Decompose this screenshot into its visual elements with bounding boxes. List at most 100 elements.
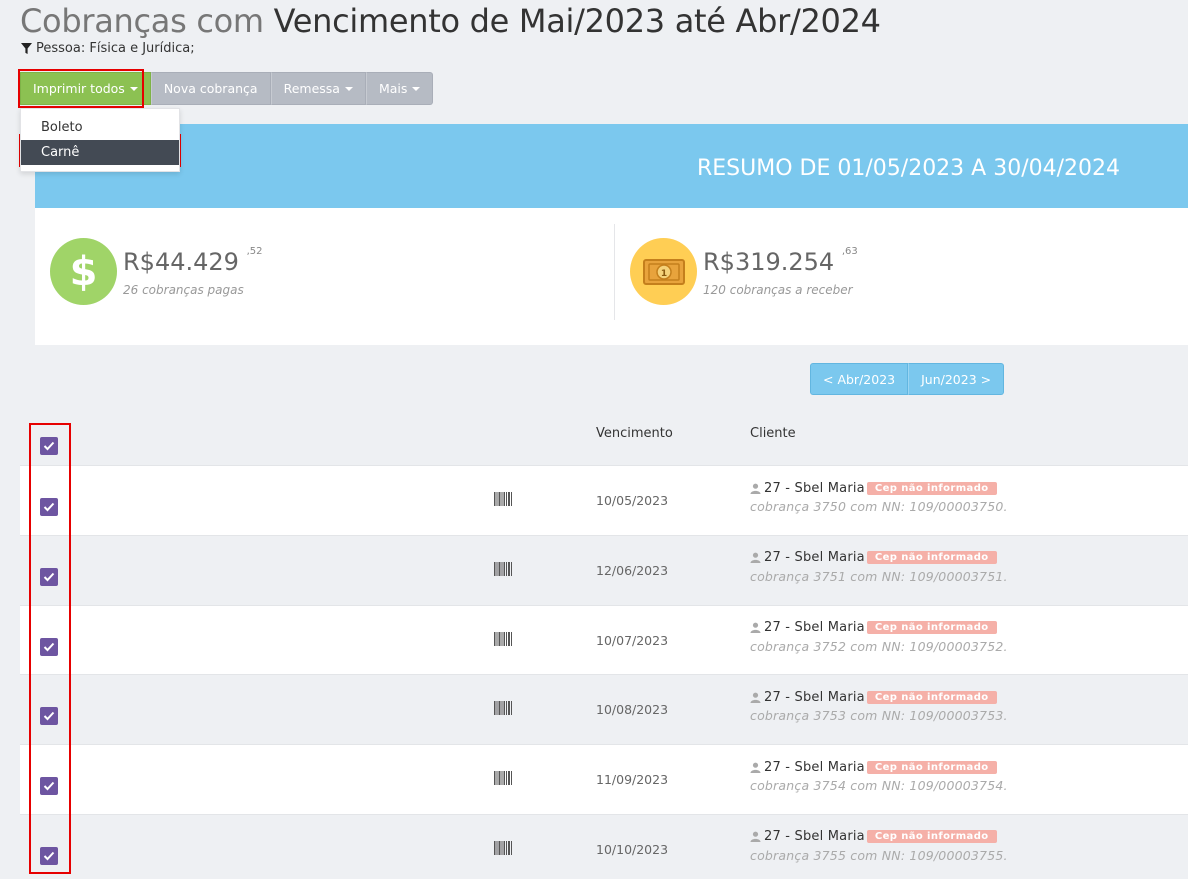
action-toolbar: Imprimir todos Nova cobrança Remessa Mai… [20,72,434,105]
barcode-icon[interactable] [494,631,512,646]
client-name-link[interactable]: 27 - Sbel Maria [764,760,865,775]
receivable-currency: R$ [703,248,735,276]
barcode-icon[interactable] [494,701,512,716]
barcode-icon[interactable] [494,840,512,855]
summary-divider [614,224,615,320]
barcode-icon[interactable] [494,492,512,506]
due-date: 12/06/2023 [596,562,669,578]
table-row: 12/06/2023 27 - Sbel Maria Cep não informa… [20,535,1188,606]
print-all-menu: Boleto Carnê [20,108,180,172]
client-name-link[interactable]: 27 - Sbel Maria [764,550,865,565]
charge-detail: cobrança 3751 com NN: 109/00003751. [750,568,1008,584]
page-title-period: Vencimento de Mai/2023 até Abr/2024 [273,2,881,40]
svg-text:$: $ [70,249,98,295]
dollar-icon: $ [50,238,117,305]
client-name-link[interactable]: 27 - Sbel Maria [764,481,865,496]
user-icon [750,552,761,564]
due-date: 10/07/2023 [596,632,669,648]
charge-detail: cobrança 3754 com NN: 109/00003754. [750,778,1008,794]
select-all-checkbox[interactable] [40,437,58,455]
remessa-button[interactable]: Remessa [270,72,366,105]
check-icon [43,851,55,861]
table-row: 10/07/2023 27 - Sbel Maria Cep não informa… [20,605,1188,676]
user-icon [750,762,761,773]
check-icon [43,642,55,652]
paid-amount: R$44.429 ,52 [123,246,263,276]
summary-card: RESUMO DE 01/05/2023 A 30/04/2024 $ R$44… [35,124,1188,345]
charge-detail: cobrança 3750 com NN: 109/00003750. [750,499,1008,514]
svg-text:1: 1 [661,269,667,279]
barcode-icon[interactable] [494,771,512,786]
print-all-button[interactable]: Imprimir todos [20,72,151,105]
charge-detail: cobrança 3755 com NN: 109/00003755. [750,847,1008,863]
previous-period-button[interactable]: < Abr/2023 [810,363,909,395]
row-checkbox[interactable] [40,567,58,586]
active-filter: Pessoa: Física e Jurídica; [21,41,195,56]
charge-detail: cobrança 3752 com NN: 109/00003752. [750,638,1008,654]
check-icon [43,782,55,791]
paid-cents: ,52 [246,246,263,257]
column-client[interactable]: Cliente [750,426,796,441]
new-charge-button[interactable]: Nova cobrança [150,72,271,105]
check-icon [43,502,55,512]
row-checkbox[interactable] [40,777,58,796]
check-icon [43,572,55,582]
row-checkbox[interactable] [40,498,58,516]
row-checkbox[interactable] [40,637,58,656]
banknote-icon: 1 [630,238,697,305]
more-button[interactable]: Mais [365,72,434,105]
filter-icon [21,43,32,54]
check-icon [43,441,55,451]
due-date: 11/09/2023 [596,772,669,788]
chevron-down-icon [344,86,353,91]
page-title-prefix: Cobranças com [20,2,264,40]
client-cell: 27 - Sbel Maria Cep não informado cobrança… [750,828,1008,863]
print-all-label: Imprimir todos [33,81,125,96]
check-icon [43,712,55,721]
next-period-button[interactable]: Jun/2023 > [908,363,1005,395]
receivable-caption: 120 cobranças a receber [703,283,853,297]
user-icon [750,692,761,703]
filter-text: Pessoa: Física e Jurídica; [36,41,195,56]
paid-value: 44.429 [154,248,239,276]
remessa-label: Remessa [283,81,340,96]
summary-title: RESUMO DE 01/05/2023 A 30/04/2024 [697,156,1121,181]
period-pager: < Abr/2023 Jun/2023 > [810,363,1005,395]
receivable-cents: ,63 [841,246,858,257]
menu-item-boleto[interactable]: Boleto [21,115,179,140]
client-name-link[interactable]: 27 - Sbel Maria [764,620,865,635]
table-row: 11/09/2023 27 - Sbel Maria Cep não informa… [20,745,1188,815]
missing-zip-badge: Cep não informado [866,551,997,565]
client-cell: 27 - Sbel Maria Cep não informado cobrança… [750,479,1008,515]
missing-zip-badge: Cep não informado [866,481,997,495]
page-title: Cobranças com Vencimento de Mai/2023 até… [20,2,881,40]
missing-zip-badge: Cep não informado [866,690,997,704]
client-cell: 27 - Sbel Maria Cep não informado cobrança… [750,758,1008,794]
due-date: 10/10/2023 [596,841,669,857]
row-checkbox[interactable] [40,846,58,865]
user-icon [750,832,761,843]
barcode-icon[interactable] [494,561,512,576]
missing-zip-badge: Cep não informado [866,621,997,635]
client-name-link[interactable]: 27 - Sbel Maria [764,829,865,844]
more-label: Mais [378,81,408,96]
charge-detail: cobrança 3753 com NN: 109/00003753. [750,708,1008,724]
table-header: Vencimento Cliente [20,402,1188,466]
due-date: 10/05/2023 [596,493,669,508]
menu-item-carne[interactable]: Carnê [21,140,179,165]
new-charge-label: Nova cobrança [163,81,258,96]
chevron-down-icon [412,86,421,91]
table-row: 10/08/2023 27 - Sbel Maria Cep não informa… [20,675,1188,746]
client-name-link[interactable]: 27 - Sbel Maria [764,690,865,705]
user-icon [750,622,761,634]
receivable-value: 319.254 [734,248,835,276]
user-icon [750,483,761,494]
charges-table: Vencimento Cliente 10/05/2023 27 - Sbel M… [20,402,1188,879]
column-due-date[interactable]: Vencimento [596,426,673,441]
client-cell: 27 - Sbel Maria Cep não informado cobrança… [750,688,1008,724]
row-checkbox[interactable] [40,707,58,726]
chevron-down-icon [129,86,138,91]
client-cell: 27 - Sbel Maria Cep não informado cobrança… [750,619,1008,654]
paid-caption: 26 cobranças pagas [123,283,244,297]
missing-zip-badge: Cep não informado [866,760,997,774]
